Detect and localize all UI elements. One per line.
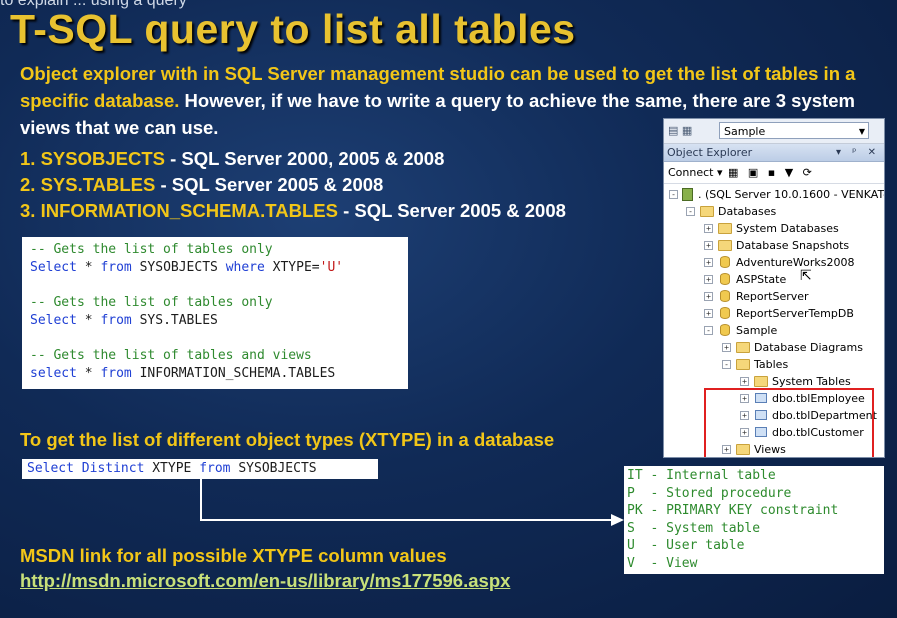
database-icon [720, 290, 730, 302]
explorer-toolbar-icons[interactable]: ▦ ▣ ▪ ▼ ⟳ [728, 162, 815, 183]
toolbar-icons[interactable]: ▤ ▦ [668, 124, 692, 137]
collapse-icon[interactable]: - [704, 326, 713, 335]
ssms-toolbar: ▤ ▦ Sample ▼ [664, 119, 884, 144]
tree-node-label: AdventureWorks2008 [736, 256, 855, 269]
expand-icon[interactable]: + [704, 292, 713, 301]
folder-icon [736, 342, 750, 353]
tree-node-adventureworks[interactable]: + AdventureWorks2008 [664, 254, 884, 271]
tree-node-aspstate[interactable]: + ASPState [664, 271, 884, 288]
server-icon [682, 188, 693, 201]
tree-node-sample[interactable]: - Sample [664, 322, 884, 339]
expand-icon[interactable]: + [722, 343, 731, 352]
legend-row: S - System table [627, 520, 761, 536]
tree-node-databases[interactable]: - Databases [664, 203, 884, 220]
expand-icon[interactable]: + [704, 275, 713, 284]
tree-node-label: System Databases [736, 222, 839, 235]
msdn-link[interactable]: http://msdn.microsoft.com/en-us/library/… [20, 570, 510, 592]
panel-title: Object Explorer [667, 146, 753, 159]
tree-node-label: ReportServer [736, 290, 809, 303]
mouse-cursor-icon: ⇱ [800, 268, 812, 284]
tree-node-system-databases[interactable]: + System Databases [664, 220, 884, 237]
database-selector[interactable]: Sample ▼ [719, 122, 869, 139]
connect-button[interactable]: Connect ▾ [668, 166, 723, 179]
tree-node-label: ReportServerTempDB [736, 307, 854, 320]
folder-icon [754, 376, 768, 387]
collapse-icon[interactable]: - [669, 190, 678, 199]
folder-icon [700, 206, 714, 217]
tree-node-database-snapshots[interactable]: + Database Snapshots [664, 237, 884, 254]
database-icon [720, 256, 730, 268]
object-tree: - . (SQL Server 10.0.1600 - VENKAT-PC - … [664, 184, 884, 457]
highlight-box [704, 388, 874, 457]
xtype-legend-box: IT - Internal table P - Stored procedure… [624, 466, 884, 574]
tree-node-tables[interactable]: - Tables [664, 356, 884, 373]
tree-node-reportserver[interactable]: + ReportServer [664, 288, 884, 305]
chevron-down-icon: ▼ [858, 127, 865, 136]
collapse-icon[interactable]: - [686, 207, 695, 216]
legend-row: IT - Internal table [627, 468, 776, 483]
database-icon [720, 307, 730, 319]
tree-node-label: Database Snapshots [736, 239, 850, 252]
object-explorer-panel: ▤ ▦ Sample ▼ Object Explorer ▾ ᵖ ✕ Conne… [663, 118, 885, 458]
expand-icon[interactable]: + [704, 224, 713, 233]
panel-controls[interactable]: ▾ ᵖ ✕ [836, 144, 880, 161]
tree-node-label: Databases [718, 205, 777, 218]
tree-node-label: Sample [736, 324, 778, 337]
legend-row: V - View [627, 555, 698, 571]
database-selector-value: Sample [724, 125, 766, 138]
database-icon [720, 273, 730, 285]
legend-row: P - Stored procedure [627, 485, 792, 501]
folder-icon [718, 223, 732, 234]
expand-icon[interactable]: + [704, 241, 713, 250]
tree-node-label: Tables [754, 358, 789, 371]
collapse-icon[interactable]: - [722, 360, 731, 369]
folder-icon [736, 359, 750, 370]
tree-node-label: Database Diagrams [754, 341, 863, 354]
database-icon [720, 324, 730, 336]
expand-icon[interactable]: + [704, 258, 713, 267]
legend-row: U - User table [627, 538, 745, 553]
object-explorer-header: Object Explorer ▾ ᵖ ✕ [664, 144, 884, 162]
tree-node-reportservertempdb[interactable]: + ReportServerTempDB [664, 305, 884, 322]
expand-icon[interactable]: + [704, 309, 713, 318]
legend-row: PK - PRIMARY KEY constraint [627, 503, 839, 518]
tree-node-label: ASPState [736, 273, 787, 286]
folder-icon [718, 240, 732, 251]
tree-node-database-diagrams[interactable]: + Database Diagrams [664, 339, 884, 356]
tree-node-server[interactable]: - . (SQL Server 10.0.1600 - VENKAT-PC [664, 186, 884, 203]
connect-toolbar: Connect ▾ ▦ ▣ ▪ ▼ ⟳ [664, 162, 884, 184]
expand-icon[interactable]: + [740, 377, 749, 386]
tree-node-label: . (SQL Server 10.0.1600 - VENKAT-PC [698, 188, 885, 201]
msdn-title: MSDN link for all possible XTYPE column … [20, 545, 447, 566]
